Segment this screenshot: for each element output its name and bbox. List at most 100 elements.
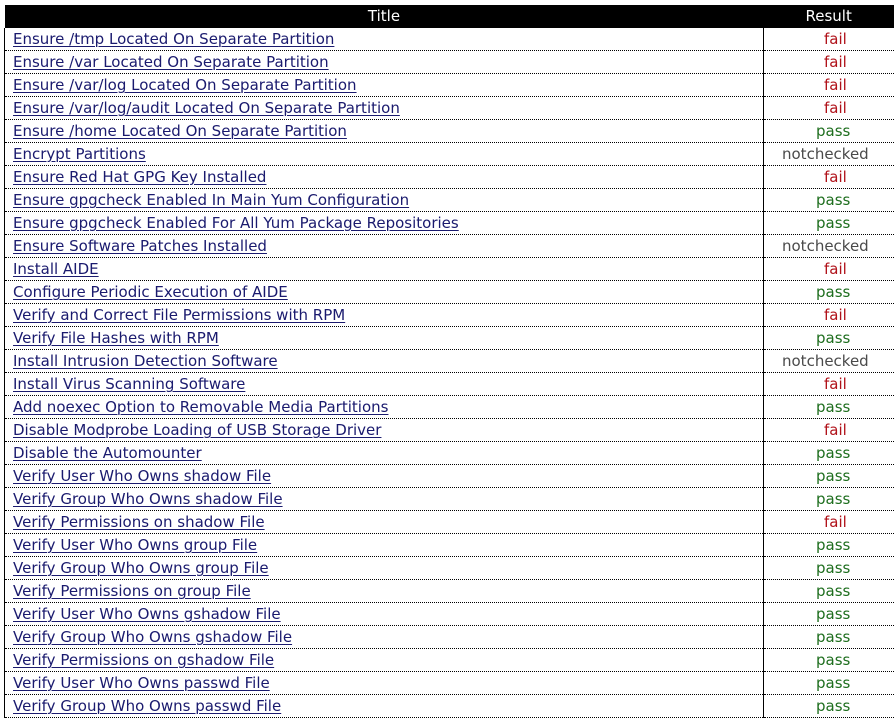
- result-status-pass: pass: [816, 605, 851, 623]
- rule-title-link[interactable]: Install Virus Scanning Software: [13, 375, 245, 393]
- result-cell: pass: [763, 188, 894, 212]
- results-table-container: Title Result Ensure /tmp Located On Sepa…: [4, 5, 894, 718]
- column-header-result[interactable]: Result: [763, 5, 894, 28]
- result-cell: pass: [763, 556, 894, 580]
- table-header: Title Result: [4, 5, 894, 28]
- rule-title-link[interactable]: Configure Periodic Execution of AIDE: [13, 283, 288, 301]
- result-cell: pass: [763, 464, 894, 488]
- result-status-pass: pass: [816, 398, 851, 416]
- table-row: Verify Group Who Owns group File pass: [4, 556, 894, 580]
- result-cell: pass: [763, 694, 894, 718]
- rule-title-link[interactable]: Verify Group Who Owns passwd File: [13, 697, 281, 715]
- rule-title-link[interactable]: Install Intrusion Detection Software: [13, 352, 278, 370]
- rule-title-link[interactable]: Encrypt Partitions: [13, 145, 146, 163]
- result-cell: pass: [763, 625, 894, 649]
- title-cell: Verify Group Who Owns group File: [4, 556, 764, 580]
- rule-title-link[interactable]: Verify Permissions on gshadow File: [13, 651, 274, 669]
- title-cell: Verify Group Who Owns gshadow File: [4, 625, 764, 649]
- rule-title-link[interactable]: Ensure /tmp Located On Separate Partitio…: [13, 30, 334, 48]
- result-status-fail: fail: [824, 306, 847, 324]
- result-cell: fail: [763, 28, 894, 51]
- result-cell: pass: [763, 648, 894, 672]
- rule-title-link[interactable]: Ensure gpgcheck Enabled In Main Yum Conf…: [13, 191, 409, 209]
- rule-title-link[interactable]: Verify User Who Owns shadow File: [13, 467, 271, 485]
- result-status-fail: fail: [824, 421, 847, 439]
- result-status-fail: fail: [824, 168, 847, 186]
- table-row: Install AIDE fail: [4, 257, 894, 281]
- title-cell: Configure Periodic Execution of AIDE: [4, 280, 764, 304]
- table-row: Ensure gpgcheck Enabled For All Yum Pack…: [4, 211, 894, 235]
- title-cell: Install Virus Scanning Software: [4, 372, 764, 396]
- title-cell: Verify Permissions on shadow File: [4, 510, 764, 534]
- result-status-notchecked: notchecked: [782, 145, 869, 163]
- rule-title-link[interactable]: Verify Group Who Owns shadow File: [13, 490, 283, 508]
- result-cell: pass: [763, 671, 894, 695]
- result-cell: notchecked: [763, 349, 894, 373]
- rule-title-link[interactable]: Install AIDE: [13, 260, 99, 278]
- rule-title-link[interactable]: Ensure Red Hat GPG Key Installed: [13, 168, 266, 186]
- result-cell: fail: [763, 372, 894, 396]
- result-cell: fail: [763, 303, 894, 327]
- result-status-fail: fail: [824, 99, 847, 117]
- result-cell: pass: [763, 326, 894, 350]
- title-cell: Verify and Correct File Permissions with…: [4, 303, 764, 327]
- table-row: Ensure /tmp Located On Separate Partitio…: [4, 28, 894, 51]
- rule-title-link[interactable]: Disable the Automounter: [13, 444, 202, 462]
- result-cell: pass: [763, 280, 894, 304]
- result-cell: pass: [763, 533, 894, 557]
- title-cell: Verify User Who Owns passwd File: [4, 671, 764, 695]
- table-body: Ensure /tmp Located On Separate Partitio…: [4, 28, 894, 718]
- title-cell: Install AIDE: [4, 257, 764, 281]
- title-cell: Ensure /tmp Located On Separate Partitio…: [4, 28, 764, 51]
- result-cell: fail: [763, 96, 894, 120]
- result-cell: pass: [763, 579, 894, 603]
- rule-title-link[interactable]: Verify and Correct File Permissions with…: [13, 306, 345, 324]
- table-row: Ensure /var/log/audit Located On Separat…: [4, 96, 894, 120]
- result-status-pass: pass: [816, 467, 851, 485]
- table-row: Verify File Hashes with RPM pass: [4, 326, 894, 350]
- table-row: Verify User Who Owns gshadow File pass: [4, 602, 894, 626]
- result-status-pass: pass: [816, 283, 851, 301]
- rule-title-link[interactable]: Verify Group Who Owns group File: [13, 559, 269, 577]
- title-cell: Ensure /var/log Located On Separate Part…: [4, 73, 764, 97]
- rule-title-link[interactable]: Verify File Hashes with RPM: [13, 329, 219, 347]
- rule-title-link[interactable]: Ensure /var Located On Separate Partitio…: [13, 53, 329, 71]
- title-cell: Verify User Who Owns group File: [4, 533, 764, 557]
- rule-title-link[interactable]: Add noexec Option to Removable Media Par…: [13, 398, 388, 416]
- rule-title-link[interactable]: Verify Permissions on group File: [13, 582, 251, 600]
- table-row: Disable the Automounter pass: [4, 441, 894, 465]
- title-cell: Verify Group Who Owns passwd File: [4, 694, 764, 718]
- rule-title-link[interactable]: Ensure /var/log Located On Separate Part…: [13, 76, 357, 94]
- rule-title-link[interactable]: Verify User Who Owns group File: [13, 536, 257, 554]
- result-status-pass: pass: [816, 559, 851, 577]
- table-row: Verify Permissions on shadow File fail: [4, 510, 894, 534]
- table-row: Add noexec Option to Removable Media Par…: [4, 395, 894, 419]
- title-cell: Disable the Automounter: [4, 441, 764, 465]
- title-cell: Verify User Who Owns shadow File: [4, 464, 764, 488]
- table-row: Install Virus Scanning Software fail: [4, 372, 894, 396]
- result-cell: pass: [763, 441, 894, 465]
- results-table: Title Result Ensure /tmp Located On Sepa…: [4, 5, 894, 718]
- title-cell: Verify Group Who Owns shadow File: [4, 487, 764, 511]
- table-row: Disable Modprobe Loading of USB Storage …: [4, 418, 894, 442]
- rule-title-link[interactable]: Ensure /home Located On Separate Partiti…: [13, 122, 347, 140]
- rule-title-link[interactable]: Ensure gpgcheck Enabled For All Yum Pack…: [13, 214, 459, 232]
- result-cell: pass: [763, 119, 894, 143]
- result-cell: notchecked: [763, 234, 894, 258]
- rule-title-link[interactable]: Verify Group Who Owns gshadow File: [13, 628, 292, 646]
- title-cell: Verify User Who Owns gshadow File: [4, 602, 764, 626]
- rule-title-link[interactable]: Verify Permissions on shadow File: [13, 513, 265, 531]
- result-status-fail: fail: [824, 513, 847, 531]
- result-cell: pass: [763, 602, 894, 626]
- rule-title-link[interactable]: Verify User Who Owns passwd File: [13, 674, 270, 692]
- rule-title-link[interactable]: Ensure /var/log/audit Located On Separat…: [13, 99, 400, 117]
- rule-title-link[interactable]: Disable Modprobe Loading of USB Storage …: [13, 421, 381, 439]
- result-cell: fail: [763, 50, 894, 74]
- rule-title-link[interactable]: Verify User Who Owns gshadow File: [13, 605, 281, 623]
- rule-title-link[interactable]: Ensure Software Patches Installed: [13, 237, 267, 255]
- title-cell: Ensure /var/log/audit Located On Separat…: [4, 96, 764, 120]
- result-status-notchecked: notchecked: [782, 237, 869, 255]
- title-cell: Ensure /home Located On Separate Partiti…: [4, 119, 764, 143]
- result-status-fail: fail: [824, 30, 847, 48]
- column-header-title[interactable]: Title: [4, 5, 764, 28]
